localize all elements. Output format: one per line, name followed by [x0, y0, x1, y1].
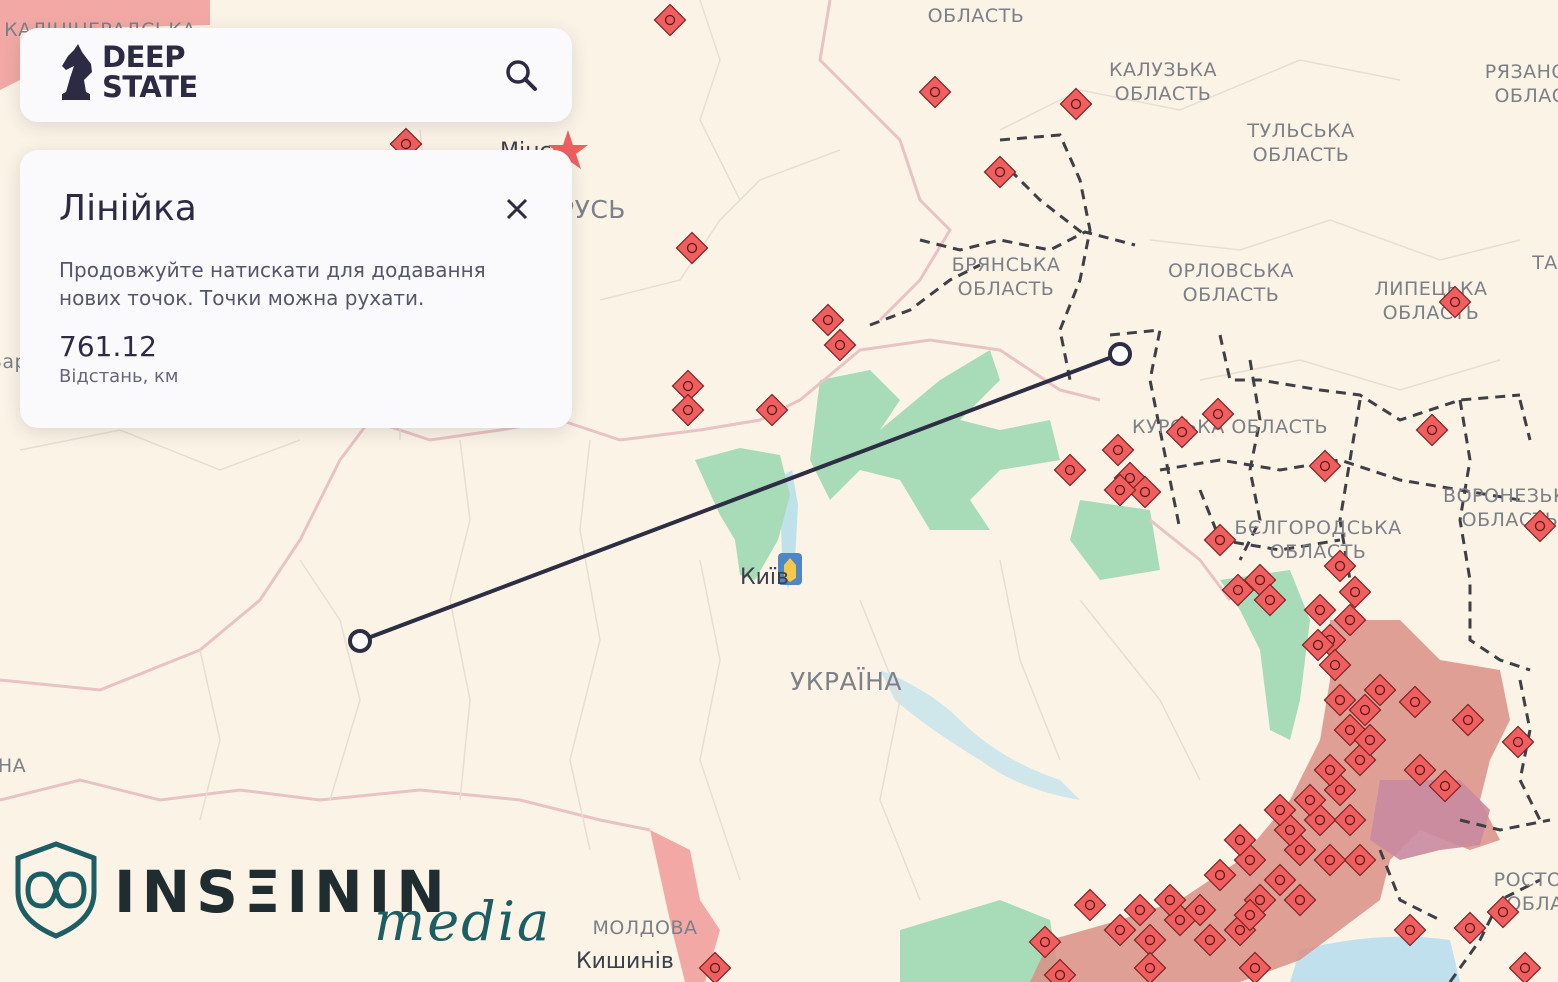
brand-bar: DEEP STATE [20, 28, 572, 122]
label-rostov-1: РОСТО [1494, 869, 1558, 891]
label-orlovska-1: ОРЛОВСЬКА [1168, 260, 1294, 282]
map-canvas[interactable]: ОБЛАСТЬ КАЛУЗЬКА ОБЛАСТЬ ТУЛЬСЬКА ОБЛАСТ… [0, 0, 1558, 982]
logo-line-2: STATE [102, 70, 198, 104]
close-icon [506, 198, 528, 220]
label-tambov-partial: ТА [1531, 252, 1558, 274]
label-orlovska-2: ОБЛАСТЬ [1183, 284, 1280, 306]
ruler-hint: Продовжуйте натискати для додавання нови… [59, 258, 486, 310]
label-top-oblast: ОБЛАСТЬ [928, 5, 1025, 27]
watermark-subtext: media [374, 890, 552, 953]
label-bryanska-1: БРЯНСЬКА [952, 254, 1061, 276]
logo-line-1: DEEP [102, 40, 185, 74]
label-moldova: МОЛДОВА [593, 917, 698, 939]
label-left-partial-2: НА [0, 755, 26, 777]
label-kurska: КУРСЬКА ОБЛАСТЬ [1132, 416, 1328, 438]
knight-chess-icon [62, 44, 92, 100]
label-kaluzka-1: КАЛУЗЬКА [1109, 59, 1217, 81]
label-ukraine: УКРАЇНА [790, 667, 902, 696]
search-button[interactable] [502, 56, 542, 96]
ruler-title: Лінійка [59, 188, 197, 229]
ruler-end-point[interactable] [1108, 342, 1132, 366]
distance-value: 761.12 [59, 330, 157, 363]
label-lipetska-1: ЛИПЕЦЬКА [1374, 278, 1487, 300]
search-icon [506, 60, 537, 91]
label-bryanska-2: ОБЛАСТЬ [958, 278, 1055, 300]
ruler-panel: Лінійка Продовжуйте натискати для додава… [20, 150, 572, 428]
close-button[interactable] [504, 196, 530, 222]
label-ryazan-2: ОБЛАС [1494, 85, 1558, 107]
label-voronezka-1: ВОРОНЕЗЬК [1443, 485, 1558, 507]
label-tulska-1: ТУЛЬСЬКА [1246, 120, 1354, 142]
label-kaluzka-2: ОБЛАСТЬ [1115, 83, 1212, 105]
distance-label: Відстань, км [59, 366, 179, 387]
label-belgorodska-2: ОБЛАСТЬ [1270, 541, 1367, 563]
watermark: INSΞININ media [6, 840, 549, 960]
city-kyiv: Київ [740, 565, 789, 590]
label-ryazan-1: РЯЗАНС [1485, 61, 1558, 83]
deepstate-logo[interactable]: DEEP STATE [58, 42, 198, 102]
ruler-start-point[interactable] [348, 629, 372, 653]
infinity-shield-icon [15, 841, 97, 939]
label-belgorodska-1: БЄЛГОРОДСЬКА [1234, 517, 1401, 539]
city-chisinau: Кишинів [576, 949, 674, 974]
label-tulska-2: ОБЛАСТЬ [1253, 144, 1350, 166]
